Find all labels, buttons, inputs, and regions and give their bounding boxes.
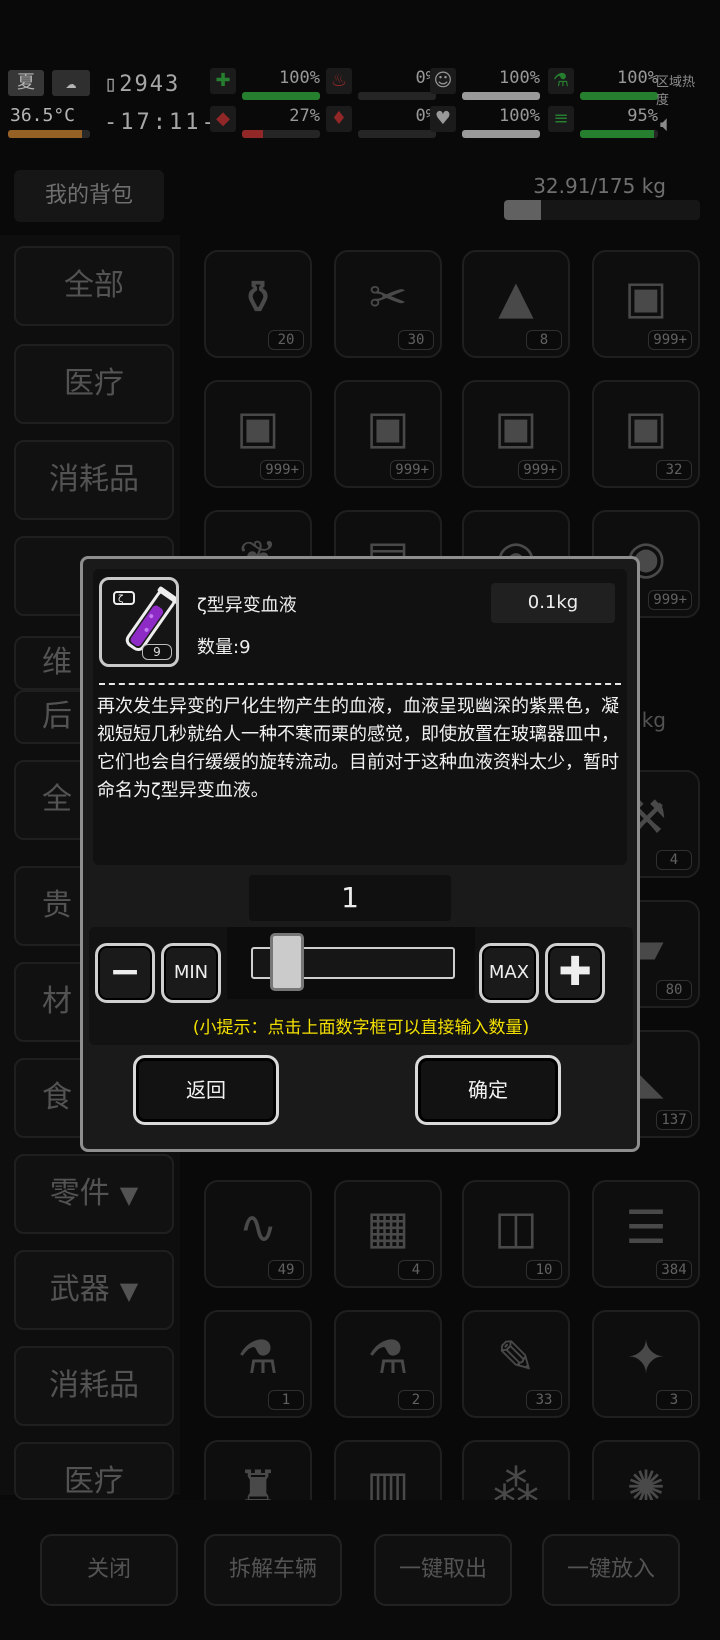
item-description: 再次发生异变的尸化生物产生的血液，血液呈现幽深的紫黑色，凝视短短几秒就给人一种不… (97, 696, 619, 801)
item-count-badge: 9 (142, 644, 172, 660)
item-dialog: ζ 9 ζ型异变血液 数量:9 0.1kg 再次发生异变的尸化生物产生的血液，血… (80, 556, 640, 1152)
item-info-card: ζ 9 ζ型异变血液 数量:9 0.1kg 再次发生异变的尸化生物产生的血液，血… (93, 569, 627, 865)
input-hint: (小提示：点击上面数字框可以直接输入数量) (192, 1018, 530, 1038)
item-quantity: 数量:9 (197, 637, 251, 658)
amount-slider[interactable] (227, 927, 475, 999)
amount-input[interactable]: 1 (249, 875, 451, 921)
increase-button[interactable]: ✚ (545, 943, 605, 1003)
item-weight: 0.1kg (491, 583, 615, 623)
slider-handle[interactable] (269, 933, 304, 991)
back-button[interactable]: 返回 (133, 1055, 279, 1125)
divider (99, 683, 621, 685)
decrease-button[interactable]: − (95, 943, 155, 1003)
item-name: ζ型异变血液 (197, 595, 297, 616)
svg-text:ζ: ζ (118, 594, 123, 605)
max-button[interactable]: MAX (479, 943, 539, 1003)
amount-controls: − MIN MAX ✚ (小提示：点击上面数字框可以直接输入数量) (89, 927, 633, 1045)
confirm-button[interactable]: 确定 (415, 1055, 561, 1125)
blood-vial-icon: ζ 9 (99, 577, 179, 667)
min-button[interactable]: MIN (161, 943, 221, 1003)
